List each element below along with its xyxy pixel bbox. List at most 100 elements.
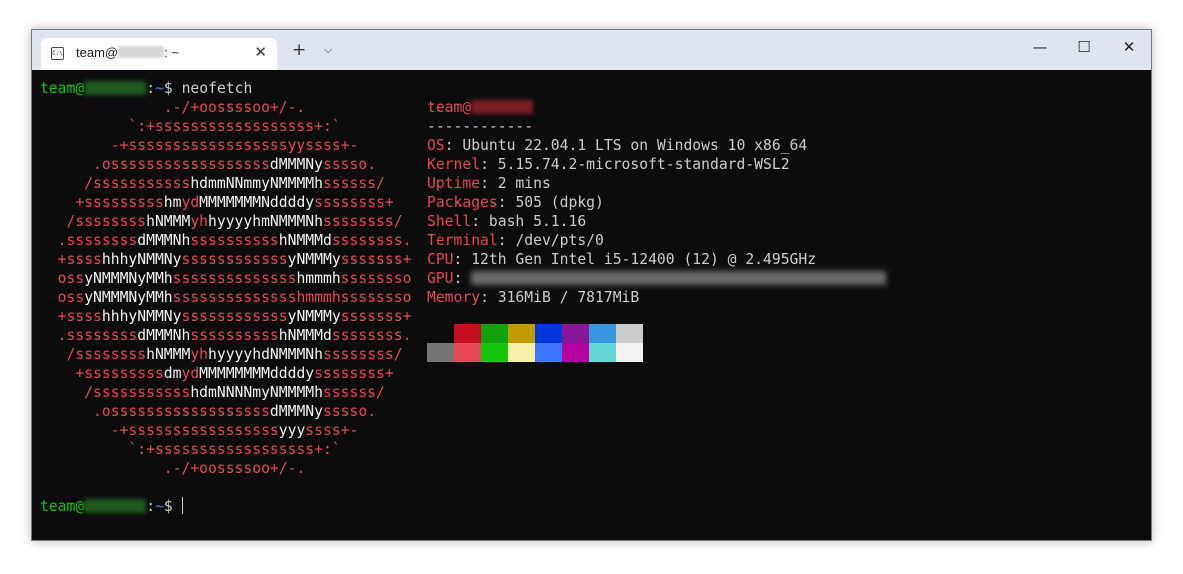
ascii-segment: dMMMNy bbox=[269, 403, 323, 420]
ascii-segment: dMMMNh bbox=[137, 232, 191, 249]
prompt-sep: : bbox=[146, 80, 156, 97]
redacted-hostname bbox=[118, 46, 165, 58]
tab-title-suffix: : ~ bbox=[164, 45, 179, 60]
ascii-segment: dMMMNy bbox=[269, 156, 323, 173]
ascii-segment: `:+ssssssssssssssssss+:` bbox=[40, 441, 341, 458]
ascii-segment: ssssss/ bbox=[322, 384, 385, 401]
ascii-line: /sssssssshNMMMyhhyyyyhmNMMMNhssssssss/ bbox=[40, 212, 403, 231]
ascii-segment: ssssss/ bbox=[322, 175, 385, 192]
color-swatch bbox=[481, 324, 508, 343]
info-uptime: Uptime: 2 mins bbox=[427, 175, 551, 192]
maximize-button[interactable]: ☐ bbox=[1061, 38, 1107, 56]
info-value: 316MiB / 7817MiB bbox=[497, 289, 640, 306]
close-button[interactable]: ✕ bbox=[1106, 38, 1152, 56]
info-key: Packages bbox=[427, 194, 498, 211]
ascii-segment: /ssssssss bbox=[40, 213, 147, 230]
ascii-line: /ssssssssssshdmNNNNmyNMMMMhssssss/ bbox=[40, 383, 385, 402]
ascii-segment: sssssss+ bbox=[340, 251, 412, 268]
prompt-sep: : bbox=[146, 498, 156, 515]
info-os: OS: Ubuntu 22.04.1 LTS on Windows 10 x86… bbox=[427, 137, 808, 154]
terminal-icon: C:\ bbox=[51, 47, 64, 60]
info-value: Ubuntu 22.04.1 LTS on Windows 10 x86_64 bbox=[462, 137, 808, 154]
ascii-segment: +ssss bbox=[40, 251, 102, 268]
info-key: OS bbox=[427, 137, 445, 154]
ascii-segment: +ssss bbox=[40, 308, 102, 325]
info-memory: Memory: 316MiB / 7817MiB bbox=[427, 289, 640, 306]
info-shell: Shell: bash 5.1.16 bbox=[427, 213, 587, 230]
color-swatch bbox=[454, 324, 481, 343]
ascii-segment: yd bbox=[181, 194, 200, 211]
ascii-segment: ssssssss/ bbox=[323, 346, 403, 363]
terminal-content[interactable]: team@:~$ neofetch .-/+oossssoo+/-. `:+ss… bbox=[32, 70, 1151, 540]
terminal-window: C:\ team@: ~ ✕ + ⌵ — ☐ ✕ team@:~$ neofe… bbox=[31, 29, 1152, 541]
ascii-segment: /sssssssssss bbox=[40, 384, 191, 401]
info-key: Terminal bbox=[427, 232, 498, 249]
color-swatch bbox=[535, 324, 562, 343]
ascii-segment: hyyyyhmNMMMNh bbox=[208, 213, 323, 230]
ascii-segment: `:+ssssssssssssssssss+:` bbox=[40, 118, 341, 135]
ascii-segment: ssssssssss bbox=[190, 232, 279, 249]
color-swatch bbox=[508, 343, 535, 362]
ascii-line: `:+ssssssssssssssssss+:` bbox=[40, 117, 341, 136]
new-tab-button[interactable]: + bbox=[292, 40, 306, 60]
ascii-line: .-/+oossssoo+/-. bbox=[40, 459, 306, 478]
color-swatch bbox=[562, 324, 589, 343]
palette-row-bright bbox=[427, 343, 643, 362]
ascii-segment: MMMMMMMNddddy bbox=[199, 194, 315, 211]
info-key: Memory bbox=[427, 289, 481, 306]
ascii-segment: hhhyNMMNy bbox=[101, 308, 182, 325]
ascii-segment: hdmNNNNmyNMMMMh bbox=[190, 384, 323, 401]
ascii-segment: hyyyyhdNMMMNh bbox=[208, 346, 323, 363]
minimize-button[interactable]: — bbox=[1017, 38, 1063, 56]
ascii-segment: ssssssss. bbox=[331, 232, 412, 249]
ascii-line: .ossssssssssssssssssdMMMNysssso. bbox=[40, 155, 376, 174]
info-key: CPU bbox=[427, 251, 454, 268]
close-tab-icon[interactable]: ✕ bbox=[254, 43, 267, 61]
prompt-path: ~ bbox=[155, 498, 164, 515]
ascii-segment: dm bbox=[163, 365, 182, 382]
ascii-line: .ssssssssdMMMNhsssssssssshNMMMdssssssss. bbox=[40, 231, 412, 250]
tab-terminal[interactable]: C:\ team@ : ~ ✕ bbox=[41, 38, 277, 70]
info-cpu: CPU: 12th Gen Intel i5-12400 (12) @ 2.49… bbox=[427, 251, 817, 268]
color-swatch bbox=[616, 324, 643, 343]
info-separator: ------------ bbox=[427, 118, 534, 135]
info-header: team@ bbox=[427, 98, 534, 117]
ascii-segment: hNMMM bbox=[146, 213, 191, 230]
tab-title-prefix: team@ bbox=[76, 45, 119, 60]
ascii-line: .ssssssssdMMMNhsssssssssshNMMMdssssssss. bbox=[40, 326, 412, 345]
color-palette bbox=[427, 324, 643, 362]
ascii-line: .ossssssssssssssssssdMMMNysssso. bbox=[40, 402, 376, 421]
chevron-down-icon[interactable]: ⌵ bbox=[324, 43, 332, 57]
ascii-segment: .-/+oossssoo+/-. bbox=[40, 99, 306, 116]
info-value: 5.15.74.2-microsoft-standard-WSL2 bbox=[497, 156, 790, 173]
info-key: Kernel bbox=[427, 156, 481, 173]
ascii-segment: /sssssssssss bbox=[40, 175, 191, 192]
ascii-segment: yNMMMy bbox=[287, 251, 341, 268]
prompt-user: team@ bbox=[40, 80, 85, 97]
ascii-segment: ssssssss/ bbox=[323, 213, 403, 230]
ascii-segment: yh bbox=[190, 213, 209, 230]
info-key: Uptime bbox=[427, 175, 481, 192]
color-swatch bbox=[562, 343, 589, 362]
title-bar[interactable]: C:\ team@ : ~ ✕ + ⌵ — ☐ ✕ bbox=[32, 30, 1151, 70]
ascii-line: +sssshhhyNMMNyssssssssssssyNMMMysssssss+ bbox=[40, 250, 412, 269]
ascii-line: /ssssssssssshdmmNNmmyNMMMMhssssss/ bbox=[40, 174, 385, 193]
ascii-segment: ssssssss. bbox=[331, 327, 412, 344]
ascii-segment: .-/+oossssoo+/-. bbox=[40, 460, 306, 477]
color-swatch bbox=[589, 324, 616, 343]
ascii-segment: +sssssssss bbox=[40, 365, 164, 382]
ascii-line: .-/+oossssoo+/-. bbox=[40, 98, 306, 117]
ascii-segment: sssssssssssssshmmmhssssssso bbox=[172, 289, 412, 306]
info-packages: Packages: 505 (dpkg) bbox=[427, 194, 604, 211]
prompt-path: ~ bbox=[155, 80, 164, 97]
redacted-hostname bbox=[471, 100, 534, 114]
info-kernel: Kernel: 5.15.74.2-microsoft-standard-WSL… bbox=[427, 156, 790, 173]
color-swatch bbox=[481, 343, 508, 362]
redacted-hostname bbox=[84, 499, 147, 513]
ascii-segment: dMMMNh bbox=[137, 327, 191, 344]
ascii-segment: ssssssssssss bbox=[181, 308, 288, 325]
tab-title: team@ : ~ bbox=[76, 45, 179, 60]
ascii-segment: sssso. bbox=[322, 156, 377, 173]
ascii-segment: MMMMMMMMddddy bbox=[199, 365, 315, 382]
ascii-segment: ssssssss+ bbox=[314, 365, 394, 382]
